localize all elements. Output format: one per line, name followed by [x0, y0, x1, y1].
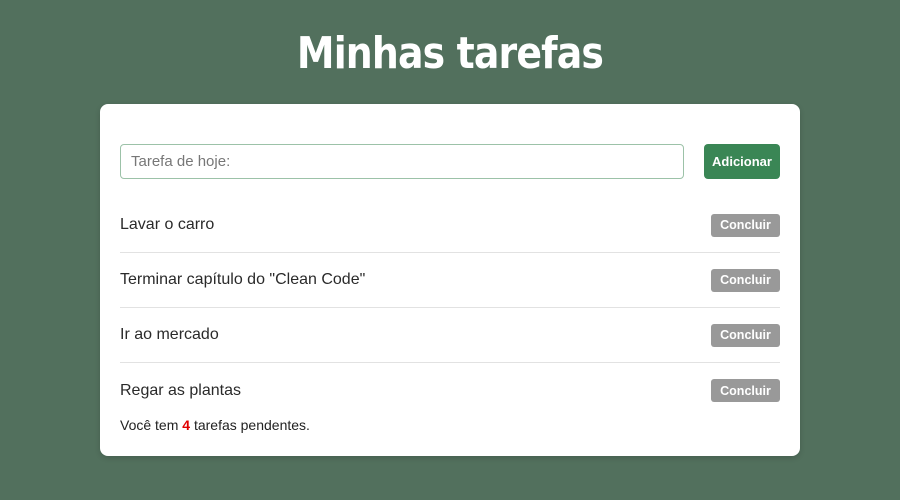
complete-button[interactable]: Concluir — [711, 268, 780, 292]
task-label: Ir ao mercado — [120, 326, 219, 343]
pending-suffix: tarefas pendentes. — [193, 417, 310, 433]
task-list: Lavar o carro Concluir Terminar capítulo… — [120, 198, 780, 418]
list-item: Regar as plantas Concluir — [120, 363, 780, 418]
task-input[interactable] — [120, 144, 684, 179]
todo-card: Adicionar Lavar o carro Concluir Termina… — [100, 104, 800, 456]
pending-summary: Você tem 4 tarefas pendentes. — [120, 417, 310, 433]
add-button[interactable]: Adicionar — [704, 144, 780, 179]
task-label: Terminar capítulo do "Clean Code" — [120, 271, 366, 288]
page-title: Minhas tarefas — [296, 28, 604, 79]
task-label: Regar as plantas — [120, 381, 241, 399]
complete-button[interactable]: Concluir — [711, 213, 780, 237]
task-label: Lavar o carro — [120, 216, 215, 233]
list-item: Lavar o carro Concluir — [120, 198, 780, 253]
complete-button[interactable]: Concluir — [711, 323, 780, 347]
complete-button[interactable]: Concluir — [711, 379, 780, 402]
list-item: Terminar capítulo do "Clean Code" Conclu… — [120, 253, 780, 308]
list-item: Ir ao mercado Concluir — [120, 308, 780, 363]
pending-prefix: Você tem — [120, 417, 179, 433]
pending-count: 4 — [182, 417, 191, 433]
